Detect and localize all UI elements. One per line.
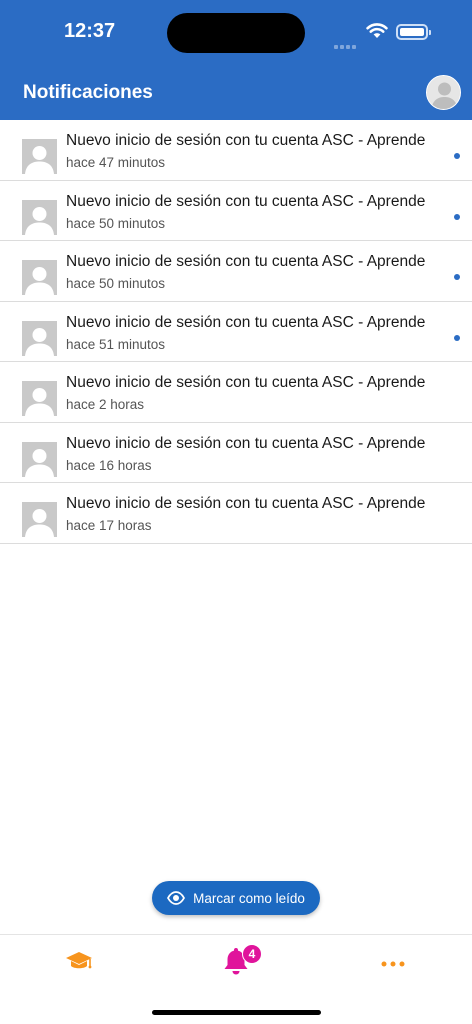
home-indicator[interactable] (152, 1010, 321, 1015)
notification-item[interactable]: Nuevo inicio de sesión con tu cuenta ASC… (0, 180, 472, 241)
notification-title: Nuevo inicio de sesión con tu cuenta ASC… (66, 374, 426, 391)
user-avatar-icon (22, 441, 57, 477)
notification-item[interactable]: Nuevo inicio de sesión con tu cuenta ASC… (0, 120, 472, 181)
user-avatar-icon (22, 139, 57, 174)
tab-more[interactable] (363, 943, 423, 983)
notification-item[interactable]: Nuevo inicio de sesión con tu cuenta ASC… (0, 301, 472, 362)
notification-time: hace 50 minutos (66, 276, 166, 291)
notification-time: hace 47 minutos (66, 155, 166, 170)
notification-title: Nuevo inicio de sesión con tu cuenta ASC… (66, 313, 426, 331)
notification-item[interactable]: Nuevo inicio de sesión con tu cuenta ASC… (0, 422, 472, 483)
notification-count-badge: 4 (242, 944, 262, 964)
user-avatar-icon (22, 199, 57, 235)
notification-time: hace 17 horas (66, 518, 152, 533)
mark-as-read-label: Marcar como leído (193, 890, 305, 906)
notification-item[interactable]: Nuevo inicio de sesión con tu cuenta ASC… (0, 362, 472, 423)
user-avatar-icon (22, 381, 57, 416)
wifi-icon (366, 22, 388, 44)
status-bar: 12:37 (0, 0, 472, 66)
unread-indicator (454, 274, 460, 280)
dynamic-island (167, 13, 305, 53)
notification-item[interactable]: Nuevo inicio de sesión con tu cuenta ASC… (0, 483, 472, 544)
user-avatar-icon[interactable] (426, 75, 461, 110)
user-avatar-icon (22, 502, 57, 537)
mark-as-read-button[interactable]: Marcar como leído (152, 881, 320, 915)
app-header: Notificaciones (0, 66, 472, 120)
unread-indicator (454, 334, 460, 341)
eye-icon (167, 891, 186, 905)
status-time: 12:37 (64, 20, 116, 42)
notification-title: Nuevo inicio de sesión con tu cuenta ASC… (66, 132, 426, 149)
user-avatar-icon (22, 260, 57, 295)
tab-notifications[interactable]: 4 (206, 943, 266, 983)
notification-title: Nuevo inicio de sesión con tu cuenta ASC… (66, 253, 426, 270)
user-avatar-icon (22, 320, 57, 356)
notification-title: Nuevo inicio de sesión con tu cuenta ASC… (66, 192, 426, 210)
unread-indicator (454, 153, 460, 159)
battery-icon (396, 24, 431, 40)
notification-time: hace 50 minutos (66, 215, 166, 231)
signal-icon (334, 36, 358, 54)
notification-list: Nuevo inicio de sesión con tu cuenta ASC… (0, 120, 472, 544)
graduation-cap-icon (65, 950, 93, 977)
tab-courses[interactable] (49, 943, 109, 983)
unread-indicator (454, 213, 460, 220)
notification-item[interactable]: Nuevo inicio de sesión con tu cuenta ASC… (0, 241, 472, 302)
notification-time: hace 2 horas (66, 397, 145, 412)
more-dots-icon (381, 954, 405, 972)
notification-title: Nuevo inicio de sesión con tu cuenta ASC… (66, 434, 426, 452)
notification-time: hace 51 minutos (66, 336, 166, 352)
notification-time: hace 16 horas (66, 457, 152, 473)
notification-title: Nuevo inicio de sesión con tu cuenta ASC… (66, 495, 426, 512)
page-title: Notificaciones (23, 82, 153, 103)
